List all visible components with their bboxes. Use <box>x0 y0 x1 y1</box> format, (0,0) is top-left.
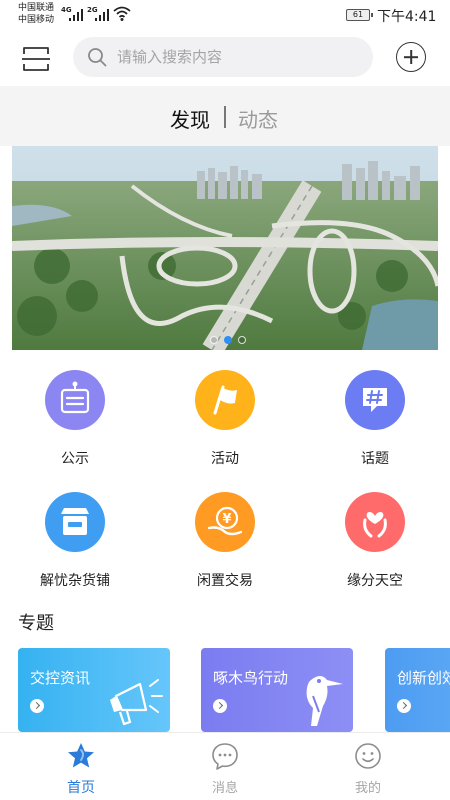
carrier-labels: 中国联通 中国移动 <box>18 2 54 26</box>
nav-label: 首页 <box>67 780 95 796</box>
card-title: 啄木鸟行动 <box>213 669 289 687</box>
store-icon <box>45 492 105 552</box>
card-title: 创新创效 <box>397 669 450 687</box>
flag-icon <box>195 370 255 430</box>
topic-card-woodpecker[interactable]: 啄木鸟行动 <box>201 648 353 732</box>
search-icon <box>88 48 107 67</box>
nav-label: 我的 <box>354 781 381 796</box>
carousel-dot[interactable] <box>238 336 246 344</box>
card-title: 交控资讯 <box>30 669 91 687</box>
tab-feed[interactable]: 动态 <box>238 104 278 133</box>
topic-card-news[interactable]: 交控资讯 <box>18 648 170 732</box>
hashtag-icon <box>345 370 405 430</box>
yen-coin-icon: ¥ <box>195 492 255 552</box>
heart-hands-icon <box>345 492 405 552</box>
nav-messages[interactable]: 消息 <box>150 733 300 800</box>
signal-icon <box>95 9 109 21</box>
topic-card-innovation[interactable]: 创新创效 <box>385 648 450 732</box>
smile-face-icon <box>355 743 381 769</box>
add-button[interactable] <box>396 42 426 72</box>
notice-board-icon <box>45 370 105 430</box>
nav-home[interactable]: 首页 <box>6 733 156 800</box>
scan-frame-icon[interactable] <box>20 44 52 74</box>
top-header <box>0 32 450 86</box>
grid-label: 活动 <box>211 451 239 467</box>
message-bubble-icon <box>212 743 238 770</box>
tab-divider <box>224 106 226 128</box>
grid-label: 解忧杂货铺 <box>40 573 110 589</box>
signal-icon <box>69 9 83 21</box>
bottom-nav: 首页 消息 我的 <box>0 732 450 800</box>
grid-label: 缘分天空 <box>347 573 403 589</box>
grid-label: 公示 <box>61 451 89 467</box>
nav-label: 消息 <box>211 781 238 796</box>
carousel-dot[interactable] <box>210 336 218 344</box>
carrier-2: 中国移动 <box>18 15 55 25</box>
search-input[interactable] <box>117 37 357 77</box>
svg-text:¥: ¥ <box>222 512 231 527</box>
banner-carousel[interactable] <box>12 146 438 350</box>
nav-mine[interactable]: 我的 <box>293 733 443 800</box>
banner-image <box>12 146 438 350</box>
star-home-icon <box>68 743 94 768</box>
grid-label: 闲置交易 <box>197 573 253 589</box>
status-time: 下午4:41 <box>377 9 437 25</box>
carousel-dots <box>210 336 246 344</box>
carrier-1: 中国联通 <box>18 3 55 13</box>
carousel-dot-active[interactable] <box>224 336 232 344</box>
status-bar: 中国联通 中国移动 4G 2G 61 下午4:41 <box>0 0 450 32</box>
grid-label: 话题 <box>361 451 389 467</box>
content-tabs: 发现 动态 <box>0 86 450 146</box>
arrow-right-icon <box>30 699 44 713</box>
wifi-icon <box>113 6 131 21</box>
tab-discover[interactable]: 发现 <box>170 104 210 133</box>
search-bar[interactable] <box>73 37 373 77</box>
arrow-right-icon <box>397 699 411 713</box>
section-title: 专题 <box>18 613 54 634</box>
megaphone-icon <box>110 679 163 726</box>
battery-icon: 61 <box>346 9 373 21</box>
woodpecker-icon <box>306 676 343 726</box>
arrow-right-icon <box>213 699 227 713</box>
